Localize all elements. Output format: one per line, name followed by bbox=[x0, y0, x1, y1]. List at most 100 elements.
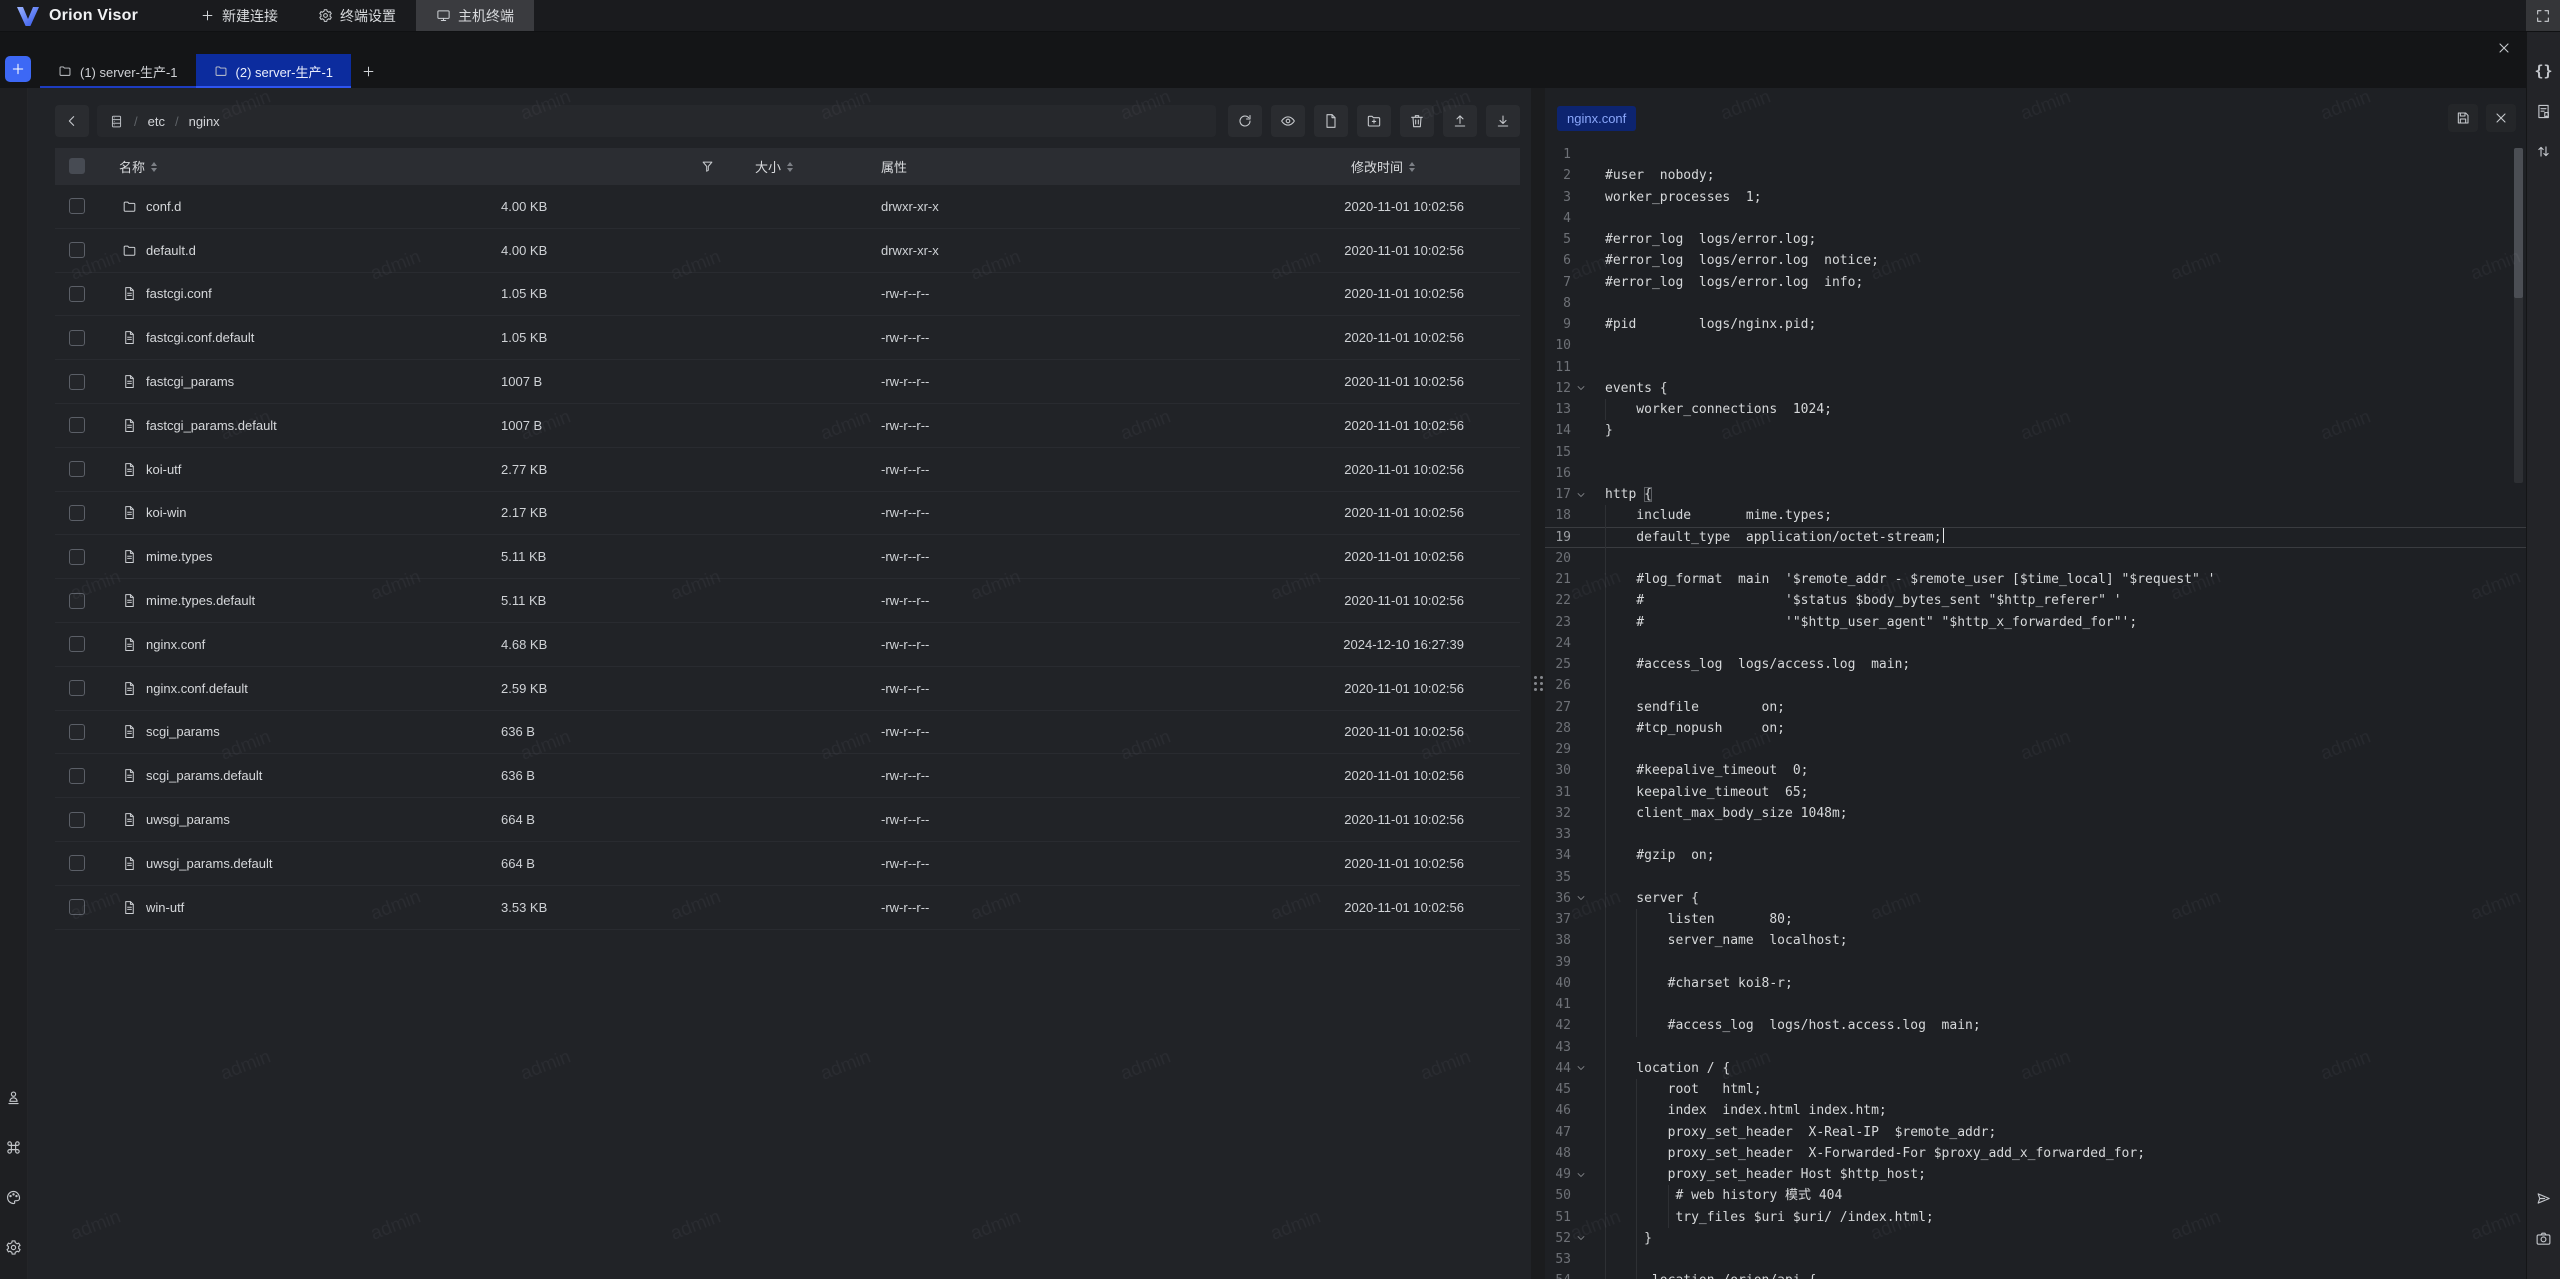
editor-scrollbar-thumb[interactable] bbox=[2514, 148, 2523, 298]
row-checkbox[interactable] bbox=[69, 812, 85, 828]
row-checkbox[interactable] bbox=[69, 242, 85, 258]
new-folder-button[interactable] bbox=[1357, 105, 1391, 137]
code-line[interactable]: 31 keepalive_timeout 65; bbox=[1545, 782, 2526, 803]
code-line[interactable]: 44 location / { bbox=[1545, 1058, 2526, 1079]
upload-button[interactable] bbox=[1443, 105, 1477, 137]
toggle-hidden-button[interactable] bbox=[1271, 105, 1305, 137]
select-all-checkbox[interactable] bbox=[69, 158, 85, 174]
code-line[interactable]: 54 location /orion/api { bbox=[1545, 1270, 2526, 1279]
user-button[interactable] bbox=[2, 1085, 26, 1109]
fold-chevron-down-icon[interactable] bbox=[1571, 1270, 1591, 1279]
code-line[interactable]: 43 bbox=[1545, 1037, 2526, 1058]
send-command-button[interactable] bbox=[2531, 1185, 2557, 1211]
fold-chevron-down-icon[interactable] bbox=[1571, 378, 1591, 399]
file-row[interactable]: nginx.conf.default2.59 KB-rw-r--r--2020-… bbox=[55, 667, 1520, 711]
code-line[interactable]: 37 listen 80; bbox=[1545, 909, 2526, 930]
add-tab-button[interactable] bbox=[351, 54, 385, 88]
code-line[interactable]: 15 bbox=[1545, 442, 2526, 463]
code-line[interactable]: 21 #log_format main '$remote_addr - $rem… bbox=[1545, 569, 2526, 590]
panel-resize-handle[interactable] bbox=[1531, 88, 1545, 1279]
code-line[interactable]: 53 bbox=[1545, 1249, 2526, 1270]
code-line[interactable]: 41 bbox=[1545, 994, 2526, 1015]
code-line[interactable]: 48 proxy_set_header X-Forwarded-For $pro… bbox=[1545, 1143, 2526, 1164]
code-line[interactable]: 19 default_type application/octet-stream… bbox=[1545, 527, 2526, 548]
breadcrumb[interactable]: /etc/nginx bbox=[97, 105, 1216, 137]
code-line[interactable]: 38 server_name localhost; bbox=[1545, 930, 2526, 951]
code-line[interactable]: 39 bbox=[1545, 952, 2526, 973]
row-checkbox[interactable] bbox=[69, 461, 85, 477]
delete-button[interactable] bbox=[1400, 105, 1434, 137]
fold-chevron-down-icon[interactable] bbox=[1571, 1164, 1591, 1185]
code-line[interactable]: 16 bbox=[1545, 463, 2526, 484]
breadcrumb-segment[interactable]: etc bbox=[148, 114, 165, 129]
new-connection-tab-button[interactable] bbox=[5, 56, 31, 82]
file-row[interactable]: mime.types5.11 KB-rw-r--r--2020-11-01 10… bbox=[55, 535, 1520, 579]
row-checkbox[interactable] bbox=[69, 593, 85, 609]
code-line[interactable]: 42 #access_log logs/host.access.log main… bbox=[1545, 1015, 2526, 1036]
code-line[interactable]: 23 # '"$http_user_agent" "$http_x_forwar… bbox=[1545, 612, 2526, 633]
code-line[interactable]: 27 sendfile on; bbox=[1545, 697, 2526, 718]
editor-file-tab[interactable]: nginx.conf bbox=[1557, 106, 1636, 131]
fold-chevron-down-icon[interactable] bbox=[1571, 1228, 1591, 1249]
code-line[interactable]: 50 # web history 模式 404 bbox=[1545, 1185, 2526, 1206]
code-line[interactable]: 24 bbox=[1545, 633, 2526, 654]
file-row[interactable]: uwsgi_params.default664 B-rw-r--r--2020-… bbox=[55, 842, 1520, 886]
code-line[interactable]: 29 bbox=[1545, 739, 2526, 760]
breadcrumb-segment[interactable]: nginx bbox=[189, 114, 220, 129]
code-line[interactable]: 14} bbox=[1545, 420, 2526, 441]
save-file-button[interactable] bbox=[2448, 104, 2478, 132]
code-line[interactable]: 17http { bbox=[1545, 484, 2526, 505]
theme-button[interactable] bbox=[2, 1185, 26, 1209]
sort-size[interactable] bbox=[787, 162, 793, 172]
code-line[interactable]: 3worker_processes 1; bbox=[1545, 187, 2526, 208]
file-row[interactable]: fastcgi_params1007 B-rw-r--r--2020-11-01… bbox=[55, 360, 1520, 404]
file-row[interactable]: default.d4.00 KBdrwxr-xr-x2020-11-01 10:… bbox=[55, 229, 1520, 273]
column-header-mtime[interactable]: 修改时间 bbox=[1351, 148, 1415, 185]
code-line[interactable]: 40 #charset koi8-r; bbox=[1545, 973, 2526, 994]
row-checkbox[interactable] bbox=[69, 505, 85, 521]
code-line[interactable]: 9#pid logs/nginx.pid; bbox=[1545, 314, 2526, 335]
code-line[interactable]: 12events { bbox=[1545, 378, 2526, 399]
code-line[interactable]: 5#error_log logs/error.log; bbox=[1545, 229, 2526, 250]
code-line[interactable]: 4 bbox=[1545, 208, 2526, 229]
download-button[interactable] bbox=[1486, 105, 1520, 137]
file-row[interactable]: fastcgi.conf1.05 KB-rw-r--r--2020-11-01 … bbox=[55, 273, 1520, 317]
file-row[interactable]: mime.types.default5.11 KB-rw-r--r--2020-… bbox=[55, 579, 1520, 623]
code-line[interactable]: 36 server { bbox=[1545, 888, 2526, 909]
row-checkbox[interactable] bbox=[69, 374, 85, 390]
file-row[interactable]: nginx.conf4.68 KB-rw-r--r--2024-12-10 16… bbox=[55, 623, 1520, 667]
shortcuts-button[interactable] bbox=[2, 1135, 26, 1159]
file-row[interactable]: uwsgi_params664 B-rw-r--r--2020-11-01 10… bbox=[55, 798, 1520, 842]
file-bookmark-button[interactable] bbox=[2531, 98, 2557, 124]
code-line[interactable]: 30 #keepalive_timeout 0; bbox=[1545, 760, 2526, 781]
code-line[interactable]: 33 bbox=[1545, 824, 2526, 845]
code-editor[interactable]: 12#user nobody;3worker_processes 1;45#er… bbox=[1545, 138, 2526, 1279]
code-line[interactable]: 46 index index.html index.htm; bbox=[1545, 1100, 2526, 1121]
code-line[interactable]: 7#error_log logs/error.log info; bbox=[1545, 272, 2526, 293]
row-checkbox[interactable] bbox=[69, 198, 85, 214]
fullscreen-button[interactable] bbox=[2526, 0, 2560, 31]
json-view-button[interactable]: {} bbox=[2531, 58, 2557, 84]
terminal-tab-1[interactable]: (1) server-生产-1 bbox=[40, 54, 196, 88]
code-line[interactable]: 34 #gzip on; bbox=[1545, 845, 2526, 866]
code-line[interactable]: 35 bbox=[1545, 867, 2526, 888]
terminal-tab-2[interactable]: (2) server-生产-1 bbox=[196, 54, 352, 88]
code-line[interactable]: 47 proxy_set_header X-Real-IP $remote_ad… bbox=[1545, 1122, 2526, 1143]
code-line[interactable]: 51 try_files $uri $uri/ /index.html; bbox=[1545, 1207, 2526, 1228]
row-checkbox[interactable] bbox=[69, 855, 85, 871]
menu-item-host-terminal[interactable]: 主机终端 bbox=[416, 0, 534, 31]
menu-item-new-connection[interactable]: 新建连接 bbox=[180, 0, 298, 31]
close-editor-button[interactable] bbox=[2486, 104, 2516, 132]
row-checkbox[interactable] bbox=[69, 724, 85, 740]
transfer-button[interactable] bbox=[2531, 138, 2557, 164]
fold-chevron-down-icon[interactable] bbox=[1571, 888, 1591, 909]
refresh-button[interactable] bbox=[1228, 105, 1262, 137]
column-header-size[interactable]: 大小 bbox=[755, 148, 793, 185]
file-row[interactable]: koi-win2.17 KB-rw-r--r--2020-11-01 10:02… bbox=[55, 492, 1520, 536]
sort-mtime[interactable] bbox=[1409, 162, 1415, 172]
file-row[interactable]: fastcgi_params.default1007 B-rw-r--r--20… bbox=[55, 404, 1520, 448]
code-line[interactable]: 13 worker_connections 1024; bbox=[1545, 399, 2526, 420]
code-line[interactable]: 28 #tcp_nopush on; bbox=[1545, 718, 2526, 739]
close-panel-button[interactable] bbox=[2496, 40, 2512, 56]
new-file-button[interactable] bbox=[1314, 105, 1348, 137]
